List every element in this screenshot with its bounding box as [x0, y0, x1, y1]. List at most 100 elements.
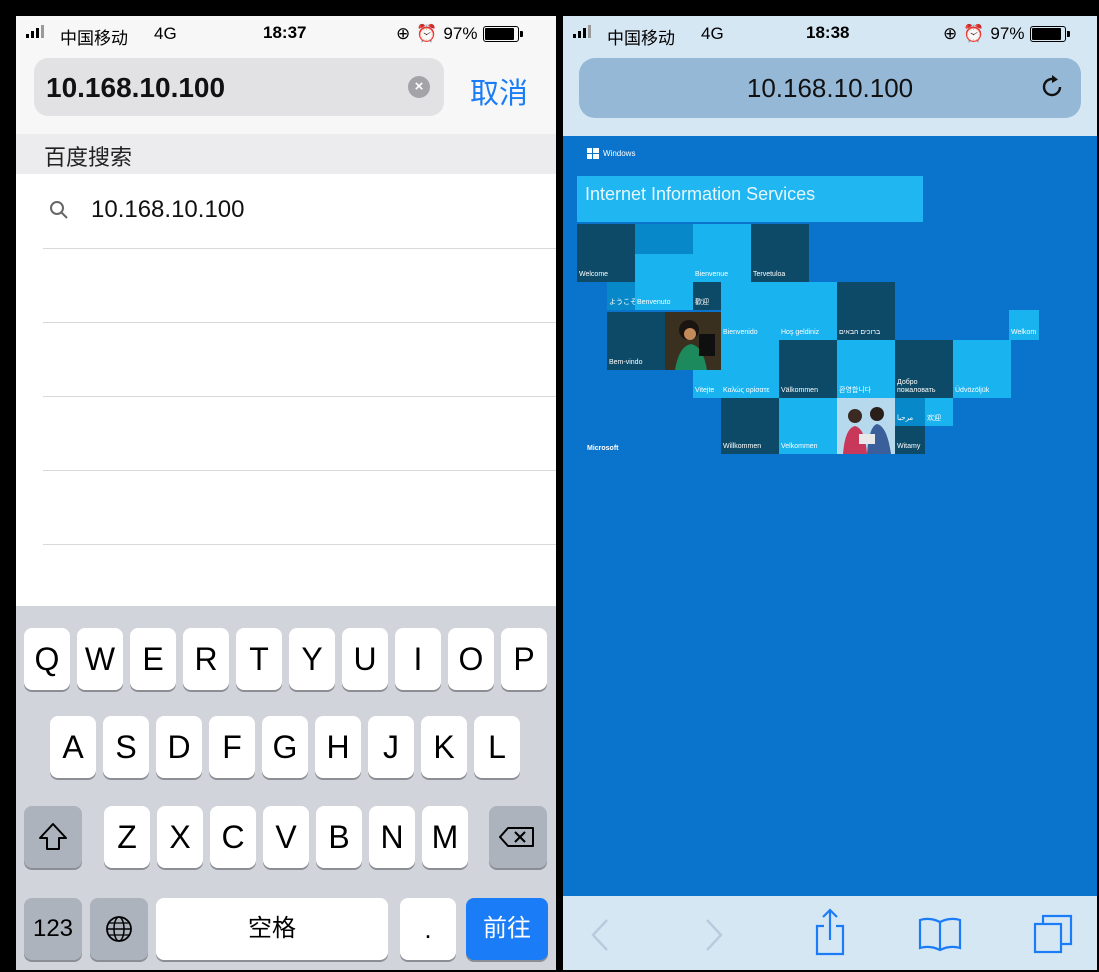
clear-text-icon[interactable]: ×: [408, 76, 430, 98]
people-photo-icon: [837, 398, 895, 454]
key-w[interactable]: W: [77, 628, 123, 690]
tile: [635, 254, 693, 282]
shift-key[interactable]: [24, 806, 82, 868]
share-icon[interactable]: [813, 908, 847, 956]
photo-tile-woman: [665, 312, 721, 370]
key-v[interactable]: V: [263, 806, 309, 868]
forward-icon[interactable]: [703, 918, 725, 952]
key-z[interactable]: Z: [104, 806, 150, 868]
search-section-header: 百度搜索: [16, 134, 556, 174]
network-type: 4G: [154, 24, 177, 43]
tile-udvozoljuk: Üdvözöljük: [953, 340, 1011, 398]
key-r[interactable]: R: [183, 628, 229, 690]
key-d[interactable]: D: [156, 716, 202, 778]
orientation-lock-icon: ⊕: [943, 24, 958, 43]
bookmarks-icon[interactable]: [917, 916, 963, 952]
numbers-key[interactable]: 123: [24, 898, 82, 960]
suggestion-item[interactable]: 10.168.10.100: [43, 174, 556, 249]
tile-valkommen-sv: Välkommen: [779, 340, 837, 398]
address-bar: 10.168.10.100: [563, 52, 1097, 136]
key-m[interactable]: M: [422, 806, 468, 868]
tabs-icon[interactable]: [1031, 912, 1075, 956]
tile-kalos-orisate: Καλώς ορίσατε: [721, 340, 779, 398]
tile-welcome: Welcome: [577, 224, 635, 282]
url-input[interactable]: 10.168.10.100 ×: [34, 58, 444, 116]
key-t[interactable]: T: [236, 628, 282, 690]
tile-vitejte: Vitejte: [693, 370, 721, 398]
key-p[interactable]: P: [501, 628, 547, 690]
key-i[interactable]: I: [395, 628, 441, 690]
alarm-icon: ⏰: [416, 24, 438, 43]
globe-key[interactable]: [90, 898, 148, 960]
photo-tile-people: [837, 398, 895, 454]
left-phone-screen: 中国移动 4G 18:37 ⊕ ⏰ 97% 10.168.10.100 × 取消…: [16, 16, 556, 970]
cancel-button[interactable]: 取消: [470, 70, 528, 112]
period-key[interactable]: .: [400, 898, 456, 960]
battery-icon: [483, 26, 524, 42]
tile-arabic: مرحبا: [895, 398, 925, 426]
microsoft-label: Microsoft: [587, 445, 619, 452]
windows-label: Windows: [603, 149, 636, 158]
key-u[interactable]: U: [342, 628, 388, 690]
key-a[interactable]: A: [50, 716, 96, 778]
key-q[interactable]: Q: [24, 628, 70, 690]
key-s[interactable]: S: [103, 716, 149, 778]
key-y[interactable]: Y: [289, 628, 335, 690]
browser-toolbar: [563, 896, 1097, 970]
tile-huanying-cn: 欢迎: [925, 398, 953, 426]
space-key[interactable]: 空格: [156, 898, 388, 960]
suggestion-list: 10.168.10.100: [16, 174, 556, 606]
iis-welcome-page: Windows Internet Information Services We…: [563, 136, 1097, 896]
delete-key[interactable]: [489, 806, 547, 868]
iis-banner: Internet Information Services: [577, 176, 923, 222]
tile-huanying: 歡迎: [693, 282, 721, 310]
shift-icon: [39, 823, 67, 850]
key-j[interactable]: J: [368, 716, 414, 778]
tile-korean: 환영합니다: [837, 340, 895, 398]
key-n[interactable]: N: [369, 806, 415, 868]
url-field[interactable]: 10.168.10.100: [579, 58, 1081, 118]
key-x[interactable]: X: [157, 806, 203, 868]
key-h[interactable]: H: [315, 716, 361, 778]
list-item: [43, 248, 556, 323]
tile-bienvenido: Bienvenido: [721, 282, 779, 340]
status-time: 18:37: [263, 23, 307, 42]
right-phone-screen: 中国移动 4G 18:38 ⊕ ⏰ 97% 10.168.10.100 Wind…: [563, 16, 1097, 970]
key-e[interactable]: E: [130, 628, 176, 690]
back-icon[interactable]: [589, 918, 611, 952]
reload-icon[interactable]: [1037, 72, 1067, 102]
key-k[interactable]: K: [421, 716, 467, 778]
orientation-lock-icon: ⊕: [396, 24, 411, 43]
network-type: 4G: [701, 24, 724, 43]
tile-youkoso: ようこそ: [607, 282, 637, 310]
tile-witamy: Witamy: [895, 426, 925, 454]
tile-hebrew: ברוכים הבאים: [837, 282, 895, 340]
list-item: [43, 396, 556, 471]
tile-velkommen: Velkommen: [779, 398, 837, 454]
woman-photo-icon: [665, 312, 721, 370]
go-key[interactable]: 前往: [466, 898, 548, 960]
tile-bem-vindo: Bem-vindo: [607, 312, 665, 370]
tile-benvenuto: Benvenuto: [635, 282, 693, 310]
battery-percent: 97%: [443, 24, 478, 43]
key-c[interactable]: C: [210, 806, 256, 868]
keyboard: Q W E R T Y U I O P A S D F G H J K L Z …: [16, 606, 556, 970]
list-item: [43, 322, 556, 397]
key-l[interactable]: L: [474, 716, 520, 778]
carrier-name: 中国移动: [60, 29, 128, 48]
windows-logo: Windows: [587, 148, 635, 159]
alarm-icon: ⏰: [963, 24, 985, 43]
key-g[interactable]: G: [262, 716, 308, 778]
url-display: 10.168.10.100: [746, 73, 914, 103]
search-icon: [50, 201, 68, 219]
key-f[interactable]: F: [209, 716, 255, 778]
tile: [635, 224, 693, 254]
tile-tervetuloa: Tervetuloa: [751, 224, 809, 282]
key-b[interactable]: B: [316, 806, 362, 868]
status-bar: 中国移动 4G 18:37 ⊕ ⏰ 97%: [16, 16, 556, 52]
tile-welkom: Welkom: [1009, 310, 1039, 340]
iis-title: Internet Information Services: [585, 184, 816, 204]
status-bar: 中国移动 4G 18:38 ⊕ ⏰ 97%: [563, 16, 1097, 52]
carrier-name: 中国移动: [607, 29, 675, 48]
key-o[interactable]: O: [448, 628, 494, 690]
